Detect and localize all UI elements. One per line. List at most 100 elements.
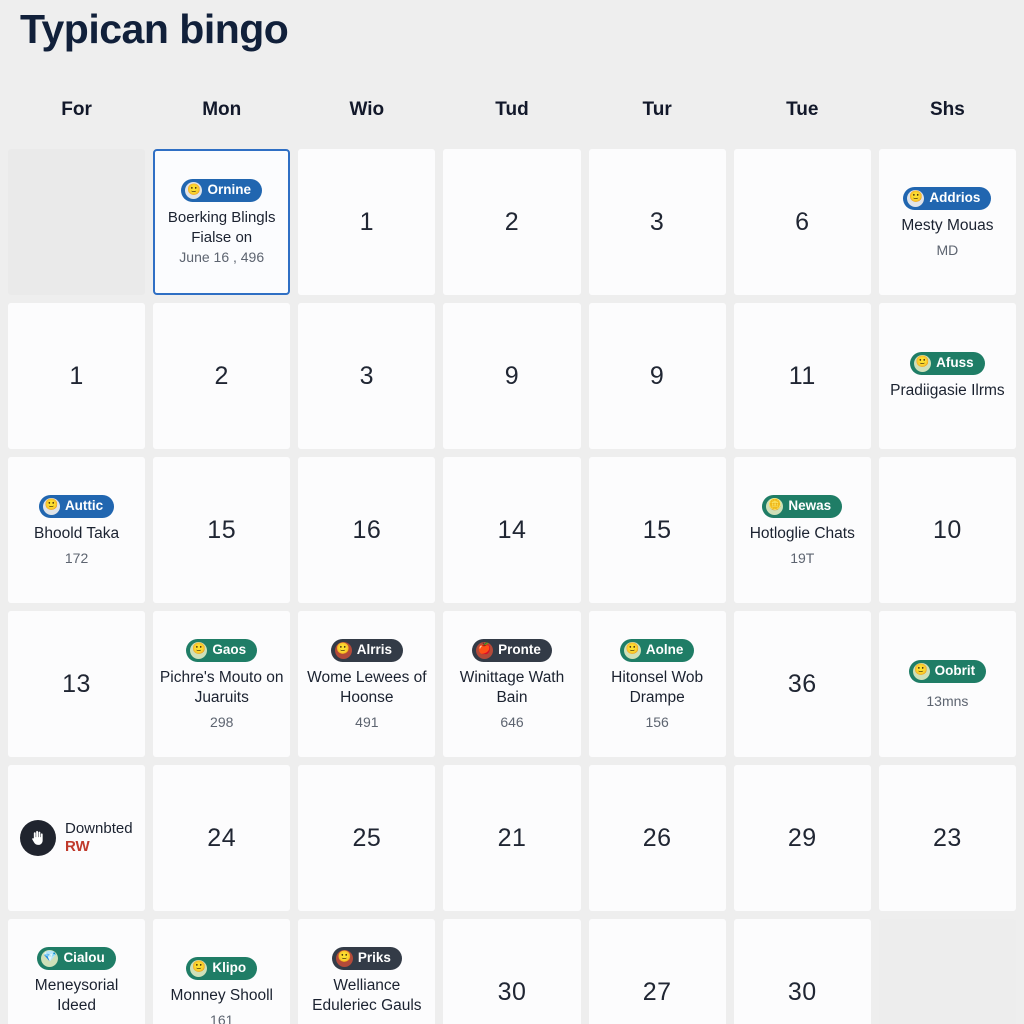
- event-badge[interactable]: 🙂 Afuss: [910, 351, 985, 375]
- calendar-page: Typican bingo For Mon Wio Tud Tur Tue Shs 🙂 Orn…: [0, 0, 1024, 1024]
- event-badge-label: Auttic: [64, 497, 104, 513]
- calendar-day-cell[interactable]: 3: [588, 149, 726, 296]
- event-subtext: 298: [210, 713, 234, 730]
- icon-coin: 🪙: [766, 497, 784, 515]
- weekday-header-row: For Mon Wio Tud Tur Tue Shs: [0, 87, 1024, 133]
- calendar-event-cell-selected[interactable]: 🙂 Ornine Boerking Blingls Fialse on June 16…: [153, 149, 291, 296]
- calendar-day-cell[interactable]: 24: [153, 765, 291, 912]
- calendar-event-cell[interactable]: 🙂 Aolne Hitonsel Wob Drampe 156: [588, 611, 726, 758]
- calendar-cell-action[interactable]: Downbted RW: [8, 765, 146, 912]
- calendar-day-cell[interactable]: 10: [878, 457, 1016, 604]
- event-badge[interactable]: 🙂 Klipo: [186, 956, 258, 980]
- calendar-event-cell[interactable]: 🙂 Alrris Wome Lewees of Hoonse 491: [298, 611, 436, 758]
- event-badge[interactable]: 🪙 Newas: [762, 494, 843, 518]
- icon-face: 🙂: [914, 354, 932, 372]
- calendar-event-cell[interactable]: 💎CialouMeneysorial Ideed134: [8, 919, 146, 1024]
- event-badge[interactable]: 🙂 Oobrit: [908, 659, 987, 683]
- hand-icon[interactable]: [20, 820, 56, 857]
- event-badge-label: Newas: [788, 497, 832, 513]
- event-badge-label: Priks: [357, 949, 391, 965]
- day-number: 14: [497, 515, 527, 544]
- event-badge[interactable]: 💎 Cialou: [37, 946, 116, 970]
- event-badge[interactable]: 🙂 Auttic: [38, 494, 115, 518]
- calendar-event-cell[interactable]: 🙂 Gaos Pichre's Mouto on Juaruits 298: [153, 611, 291, 758]
- calendar-day-cell[interactable]: 9: [443, 303, 581, 450]
- event-badge[interactable]: 🙂 Gaos: [186, 638, 258, 662]
- calendar-day-cell[interactable]: 1: [298, 149, 436, 296]
- day-number: 11: [788, 361, 816, 390]
- event-badge[interactable]: 🙂 Priks: [331, 946, 402, 970]
- day-number: 9: [649, 361, 665, 390]
- icon-face: 🙂: [907, 189, 925, 207]
- calendar-day-cell[interactable]: 25: [298, 765, 436, 912]
- event-title: Hotloglie Chats: [749, 524, 855, 542]
- calendar-day-cell[interactable]: 1: [8, 303, 146, 450]
- calendar-day-cell[interactable]: 15: [153, 457, 291, 604]
- day-number: 15: [642, 515, 672, 544]
- calendar-day-cell[interactable]: 11: [733, 303, 871, 450]
- event-title: Wome Lewees of Hoonse: [307, 668, 427, 706]
- calendar-day-cell[interactable]: 23: [878, 765, 1016, 912]
- day-number: 9: [504, 361, 520, 390]
- weekday-label-mon: Mon: [202, 99, 242, 121]
- calendar-event-cell[interactable]: 🙂 Afuss Pradiigasie Ilrms: [878, 303, 1016, 450]
- day-number: 16: [352, 515, 382, 544]
- action-labels: Downbted RW: [65, 820, 133, 856]
- calendar-event-cell[interactable]: 🙂 Auttic Bhoold Taka 172: [8, 457, 146, 604]
- event-title: Boerking Blingls Fialse on: [167, 209, 276, 246]
- day-number: 36: [787, 669, 817, 698]
- icon-face: 🙂: [623, 641, 641, 659]
- calendar-day-cell[interactable]: 36: [733, 611, 871, 758]
- icon-face: 🙂: [335, 949, 353, 967]
- calendar-grid: 🙂 Ornine Boerking Blingls Fialse on June 16…: [0, 149, 1024, 1024]
- event-title: Mesty Mouas: [901, 216, 994, 234]
- event-title: Meneysorial Ideed: [34, 976, 119, 1014]
- day-number: 25: [352, 823, 382, 852]
- event-title: Monney Shooll: [170, 986, 273, 1004]
- calendar-day-cell[interactable]: 16: [298, 457, 436, 604]
- calendar-day-cell[interactable]: 2: [153, 303, 291, 450]
- event-badge[interactable]: 🙂 Alrris: [330, 638, 403, 662]
- calendar-event-cell[interactable]: 🍎 Pronte Winittage Wath Bain 646: [443, 611, 581, 758]
- event-badge[interactable]: 🍎 Pronte: [472, 638, 552, 662]
- icon-face: 🙂: [42, 497, 60, 515]
- calendar-day-cell[interactable]: 15: [588, 457, 726, 604]
- calendar-day-cell[interactable]: 29: [733, 765, 871, 912]
- calendar-day-cell[interactable]: 2: [443, 149, 581, 296]
- calendar-day-cell[interactable]: 30: [443, 919, 581, 1024]
- day-number: 30: [497, 977, 527, 1006]
- calendar-day-cell[interactable]: 9: [588, 303, 726, 450]
- event-badge[interactable]: 🙂 Aolne: [619, 638, 695, 662]
- calendar-day-cell[interactable]: 30: [733, 919, 871, 1024]
- day-number: 23: [933, 823, 962, 852]
- icon-face: 🙂: [190, 641, 208, 659]
- calendar-event-cell[interactable]: 🙂 Klipo Monney Shooll 161: [153, 919, 291, 1024]
- weekday-label-tur: Tur: [642, 99, 672, 121]
- calendar-event-cell[interactable]: 🙂 Oobrit 13mns: [878, 611, 1016, 758]
- calendar-cell-blank: [878, 919, 1016, 1024]
- day-number: 27: [642, 977, 672, 1006]
- calendar-day-cell[interactable]: 21: [443, 765, 581, 912]
- calendar-day-cell[interactable]: 3: [298, 303, 436, 450]
- action-row[interactable]: Downbted RW: [14, 820, 139, 857]
- event-badge[interactable]: 🙂 Addrios: [903, 186, 992, 210]
- calendar-day-cell[interactable]: 13: [8, 611, 146, 758]
- day-number: 1: [69, 361, 84, 390]
- calendar-event-cell[interactable]: 🪙 Newas Hotloglie Chats 19T: [733, 457, 871, 604]
- page-title: Typican bingo: [20, 6, 289, 52]
- event-badge[interactable]: 🙂 Ornine: [181, 179, 262, 203]
- event-badge-label: Alrris: [356, 641, 392, 657]
- calendar-day-cell[interactable]: 14: [443, 457, 581, 604]
- calendar-day-cell[interactable]: 27: [588, 919, 726, 1024]
- event-title: Pradiigasie Ilrms: [890, 381, 1005, 399]
- calendar-day-cell[interactable]: 26: [588, 765, 726, 912]
- day-number: 24: [207, 823, 237, 852]
- event-subtext: 491: [355, 713, 379, 730]
- calendar-day-cell[interactable]: 6: [733, 149, 871, 296]
- event-title: Hitonsel Wob Drampe: [611, 668, 704, 706]
- calendar-event-cell[interactable]: 🙂PriksWelliance Eduleriec Gauls85: [298, 919, 436, 1024]
- day-number: 15: [207, 515, 237, 544]
- event-title: Winittage Wath Bain: [459, 668, 565, 706]
- calendar-event-cell[interactable]: 🙂 Addrios Mesty Mouas MD: [878, 149, 1016, 296]
- icon-gem: 💎: [41, 949, 59, 967]
